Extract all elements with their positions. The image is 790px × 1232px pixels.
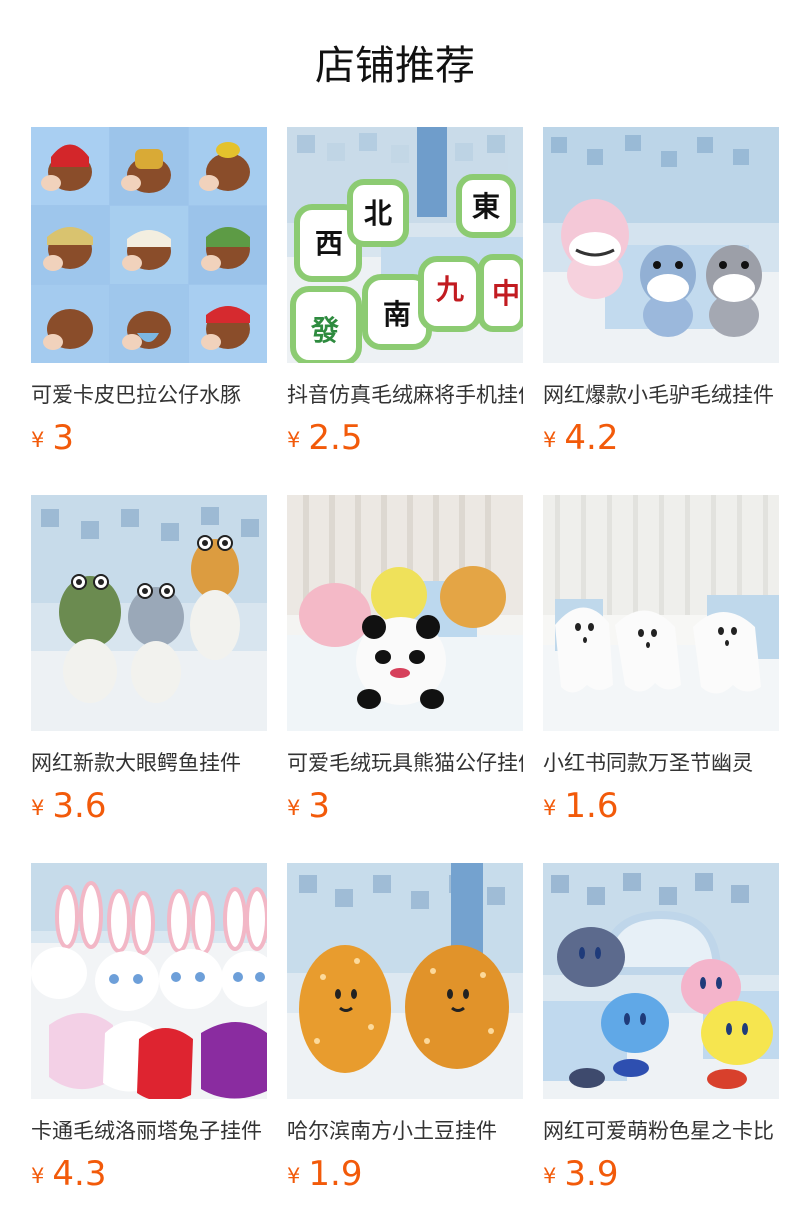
- product-card-3[interactable]: 网红爆款小毛驴毛绒挂件 ¥4.2: [543, 127, 779, 495]
- crocodile-plush-image[interactable]: [31, 495, 267, 731]
- product-card-6[interactable]: 小红书同款万圣节幽灵 ¥1.6: [543, 495, 779, 863]
- product-card-9[interactable]: 网红可爱萌粉色星之卡比 ¥3.9: [543, 863, 779, 1231]
- currency-symbol: ¥: [31, 1164, 45, 1188]
- price-amount: 3: [308, 786, 331, 826]
- product-name[interactable]: 网红可爱萌粉色星之卡比: [543, 1117, 779, 1145]
- product-name[interactable]: 网红爆款小毛驴毛绒挂件: [543, 381, 779, 409]
- product-name[interactable]: 小红书同款万圣节幽灵: [543, 749, 779, 777]
- currency-symbol: ¥: [543, 796, 557, 820]
- price-amount: 3.9: [564, 1154, 619, 1194]
- product-price: ¥1.9: [287, 1153, 523, 1195]
- donkey-plush-image[interactable]: [543, 127, 779, 363]
- svg-text:發: 發: [310, 314, 339, 347]
- price-amount: 1.9: [308, 1154, 363, 1194]
- product-grid: 可爱卡皮巴拉公仔水豚 ¥3 西 北 東 發 南 九 中 抖音仿真毛绒麻将手机挂件…: [31, 127, 779, 1231]
- product-price: ¥1.6: [543, 785, 779, 827]
- product-name[interactable]: 网红新款大眼鳄鱼挂件: [31, 749, 267, 777]
- donkey-plush-image-art: [543, 127, 779, 363]
- product-price: ¥3: [287, 785, 523, 827]
- product-name[interactable]: 卡通毛绒洛丽塔兔子挂件: [31, 1117, 267, 1145]
- product-card-8[interactable]: 哈尔滨南方小土豆挂件 ¥1.9: [287, 863, 523, 1231]
- price-amount: 4.3: [52, 1154, 107, 1194]
- currency-symbol: ¥: [543, 1164, 557, 1188]
- product-card-1[interactable]: 可爱卡皮巴拉公仔水豚 ¥3: [31, 127, 267, 495]
- shop-recommendation-page: 店铺推荐 可爱卡皮巴拉公仔水豚 ¥ 3 西 北 東 發 南 九 中 抖音仿真毛绒…: [0, 0, 790, 1232]
- potato-plush-image[interactable]: [287, 863, 523, 1099]
- product-price: ¥4.3: [31, 1153, 267, 1195]
- product-name[interactable]: 哈尔滨南方小土豆挂件: [287, 1117, 523, 1145]
- currency-symbol: ¥: [31, 796, 45, 820]
- currency-symbol: ¥: [31, 428, 45, 452]
- product-price: ¥4.2: [543, 417, 779, 459]
- mahjong-plush-image[interactable]: 西 北 東 發 南 九 中: [287, 127, 523, 363]
- capybara-plush-grid-image[interactable]: [31, 127, 267, 363]
- rabbit-plush-image[interactable]: [31, 863, 267, 1099]
- capybara-plush-image-art: [31, 127, 267, 363]
- svg-text:東: 東: [472, 190, 500, 223]
- product-card-2[interactable]: 西 北 東 發 南 九 中 抖音仿真毛绒麻将手机挂件 ¥2.5: [287, 127, 523, 495]
- kirby-plush-image[interactable]: [543, 863, 779, 1099]
- product-price: ¥3.9: [543, 1153, 779, 1195]
- crocodile-plush-image-art: [31, 495, 267, 731]
- product-name[interactable]: 可爱毛绒玩具熊猫公仔挂件: [287, 749, 523, 777]
- svg-text:中: 中: [492, 277, 520, 310]
- currency-symbol: ¥: [543, 428, 557, 452]
- price-amount: 2.5: [308, 418, 363, 458]
- ghost-plush-image[interactable]: [543, 495, 779, 731]
- product-name[interactable]: 可爱卡皮巴拉公仔水豚: [31, 381, 267, 409]
- product-price: ¥3: [31, 417, 267, 459]
- product-card-5[interactable]: 可爱毛绒玩具熊猫公仔挂件 ¥3: [287, 495, 523, 863]
- potato-plush-image-art: [287, 863, 523, 1099]
- product-name[interactable]: 抖音仿真毛绒麻将手机挂件: [287, 381, 523, 409]
- currency-symbol: ¥: [287, 796, 301, 820]
- price-amount: 4.2: [564, 418, 619, 458]
- currency-symbol: ¥: [287, 428, 301, 452]
- page-title: 店铺推荐: [315, 43, 475, 89]
- rabbit-plush-image-art: [31, 863, 267, 1099]
- ghost-plush-image-art: [543, 495, 779, 731]
- product-price: ¥2.5: [287, 417, 523, 459]
- mahjong-plush-image-art: 西 北 東 發 南 九 中: [287, 127, 523, 363]
- price-amount: 3.6: [52, 786, 107, 826]
- panda-plush-image[interactable]: [287, 495, 523, 731]
- product-card-4[interactable]: 网红新款大眼鳄鱼挂件 ¥3.6: [31, 495, 267, 863]
- price-amount: 3: [52, 418, 75, 458]
- product-price: ¥3.6: [31, 785, 267, 827]
- svg-text:北: 北: [364, 197, 392, 230]
- price-amount: 1.6: [564, 786, 619, 826]
- svg-text:九: 九: [436, 273, 464, 306]
- svg-text:西: 西: [315, 227, 343, 260]
- kirby-plush-image-art: [543, 863, 779, 1099]
- currency-symbol: ¥: [287, 1164, 301, 1188]
- panda-plush-image-art: [287, 495, 523, 731]
- svg-text:南: 南: [383, 298, 411, 331]
- product-card-7[interactable]: 卡通毛绒洛丽塔兔子挂件 ¥4.3: [31, 863, 267, 1231]
